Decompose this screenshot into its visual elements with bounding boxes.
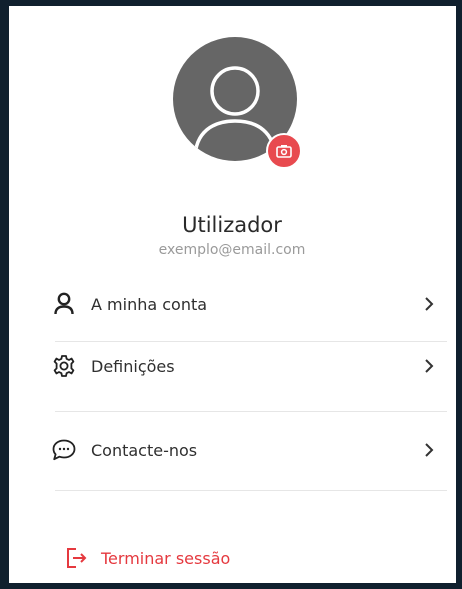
menu-item-label: A minha conta	[91, 294, 208, 314]
chevron-right-icon	[419, 440, 439, 460]
menu-item-contact-us[interactable]: Contacte-nos	[49, 426, 439, 474]
menu-item-label: Definições	[91, 356, 175, 376]
chat-bubble-icon	[49, 435, 79, 465]
chevron-right-icon	[419, 356, 439, 376]
user-name: Utilizador	[182, 213, 282, 237]
logout-icon	[67, 548, 87, 568]
logout-label: Terminar sessão	[101, 548, 231, 568]
menu-item-my-account[interactable]: A minha conta	[49, 280, 439, 328]
menu-item-label: Contacte-nos	[91, 440, 198, 460]
person-icon	[49, 289, 79, 319]
divider	[55, 490, 447, 491]
user-email: exemplo@email.com	[158, 242, 306, 258]
chevron-right-icon	[419, 294, 439, 314]
menu-item-settings[interactable]: Definições	[49, 342, 439, 390]
profile-panel: Utilizador exemplo@email.com A minha con…	[0, 0, 462, 589]
avatar-container	[173, 37, 302, 169]
divider	[55, 411, 447, 412]
logout-button[interactable]: Terminar sessão	[65, 538, 230, 578]
camera-icon	[276, 145, 292, 158]
gear-icon	[49, 351, 79, 381]
change-photo-button[interactable]	[266, 133, 302, 169]
